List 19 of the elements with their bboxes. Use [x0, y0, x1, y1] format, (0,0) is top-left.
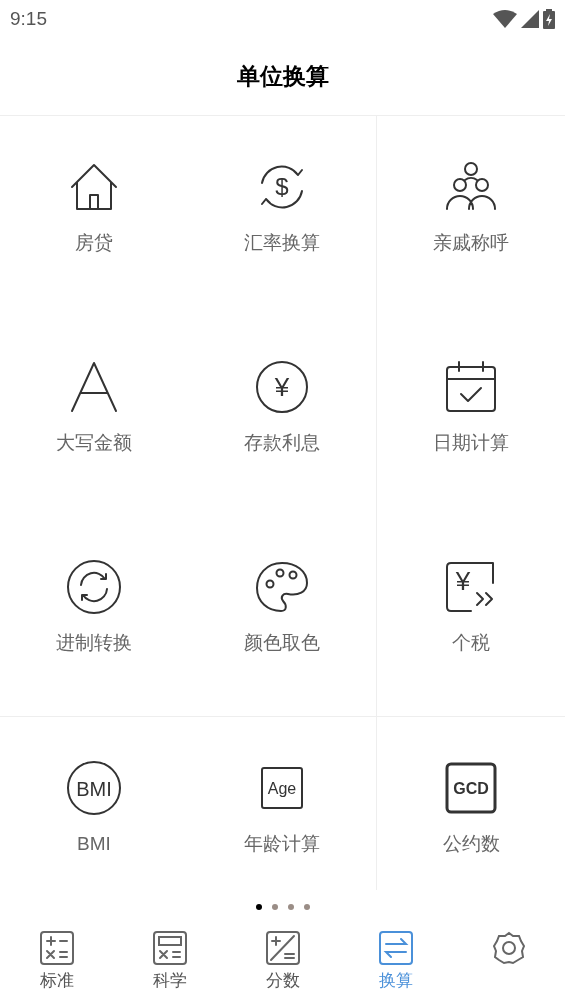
nav-tab[interactable]: 分数: [226, 924, 339, 994]
page-title: 单位换算: [236, 62, 329, 92]
refresh-icon: [66, 559, 122, 615]
bmi-icon: BMI: [66, 760, 122, 816]
yen-coin-icon: ¥: [254, 359, 310, 415]
gear-icon: [490, 930, 527, 966]
calculator-icon: [38, 930, 75, 966]
signal-icon: [521, 10, 539, 28]
palette-icon: [254, 559, 310, 615]
calendar-icon: [443, 359, 499, 415]
battery-icon: [543, 9, 555, 29]
nav-tab[interactable]: 标准: [0, 924, 113, 994]
swap-arrows-icon: [377, 930, 414, 966]
fraction-icon: [264, 930, 301, 966]
calculator-icon: [151, 930, 188, 966]
status-time: 9:15: [10, 6, 47, 31]
gcd-icon: GCD: [443, 760, 499, 816]
nav-tab[interactable]: 科学: [113, 924, 226, 994]
wifi-icon: [493, 10, 517, 28]
